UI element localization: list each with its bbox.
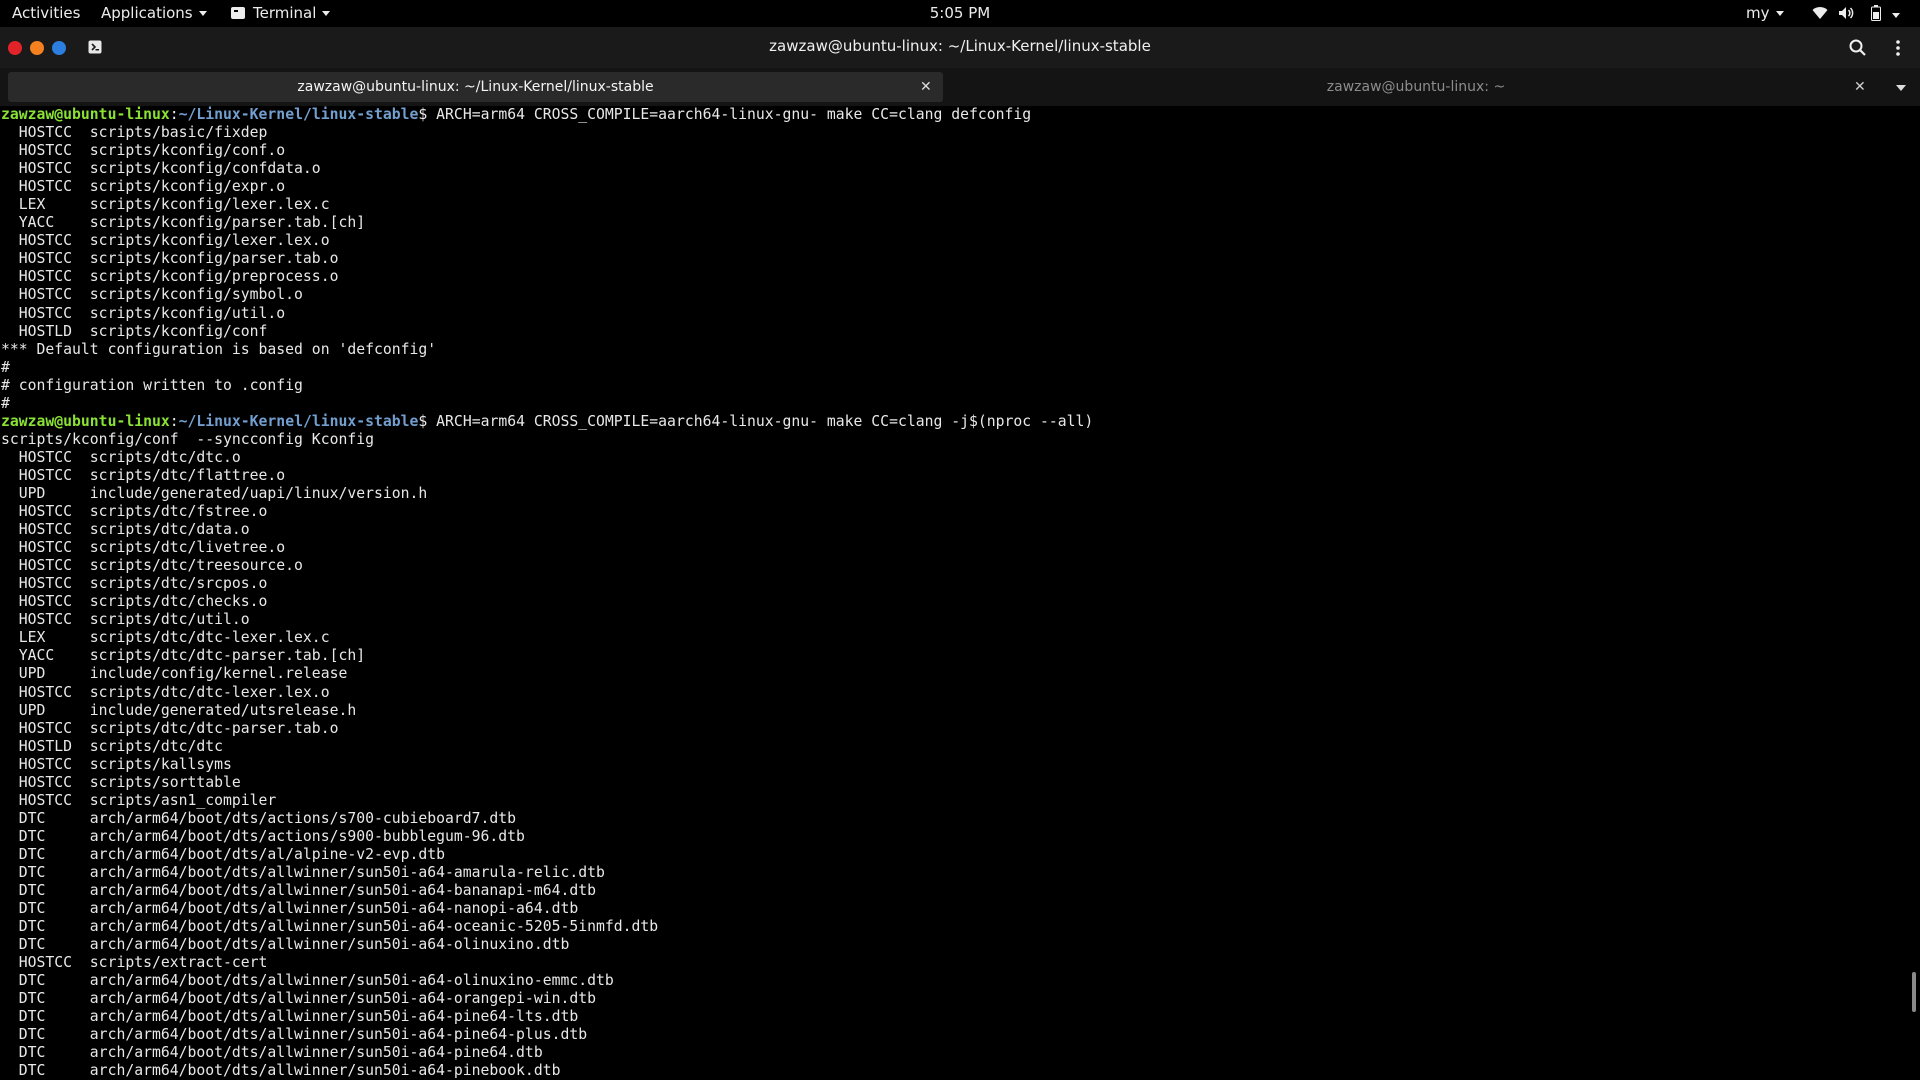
output-line: HOSTCC scripts/kconfig/preprocess.o — [1, 268, 339, 286]
command-text: ARCH=arm64 CROSS_COMPILE=aarch64-linux-g… — [436, 106, 1032, 123]
output-line: HOSTCC scripts/dtc/checks.o — [1, 593, 268, 611]
terminal-view[interactable]: zawzaw@ubuntu-linux:~/Linux-Kernel/linux… — [0, 106, 1908, 1080]
prompt-symbol: $ — [418, 412, 437, 430]
output-line: DTC arch/arm64/boot/dts/allwinner/sun50i… — [1, 882, 596, 900]
output-line: DTC arch/arm64/boot/dts/allwinner/sun50i… — [1, 1008, 579, 1026]
output-line: # configuration written to .config — [1, 376, 303, 394]
tab-bar: zawzaw@ubuntu-linux: ~/Linux-Kernel/linu… — [0, 68, 1920, 106]
output-line: HOSTCC scripts/kconfig/confdata.o — [1, 160, 321, 178]
output-line: HOSTCC scripts/kconfig/conf.o — [1, 142, 286, 160]
output-line: HOSTCC scripts/kconfig/symbol.o — [1, 286, 303, 304]
output-line: DTC arch/arm64/boot/dts/allwinner/sun50i… — [1, 1062, 561, 1080]
clock[interactable]: 5:05 PM — [0, 4, 1920, 22]
output-line: # — [1, 394, 10, 412]
output-line: HOSTCC scripts/kallsyms — [1, 755, 232, 773]
output-line: HOSTCC scripts/dtc/dtc-lexer.lex.o — [1, 683, 330, 701]
output-line: DTC arch/arm64/boot/dts/allwinner/sun50i… — [1, 936, 570, 954]
output-line: HOSTCC scripts/dtc/dtc.o — [1, 448, 241, 466]
output-line: scripts/kconfig/conf --syncconfig Kconfi… — [1, 430, 374, 448]
battery-icon[interactable] — [1871, 5, 1881, 21]
tab-home[interactable]: zawzaw@ubuntu-linux: ~ ✕ — [946, 72, 1886, 102]
search-icon[interactable] — [1848, 38, 1868, 58]
output-line: HOSTCC scripts/sorttable — [1, 773, 241, 791]
output-line: DTC arch/arm64/boot/dts/al/alpine-v2-evp… — [1, 845, 446, 863]
output-line: LEX scripts/kconfig/lexer.lex.c — [1, 196, 330, 214]
close-icon[interactable]: ✕ — [1854, 72, 1866, 102]
output-line: HOSTCC scripts/kconfig/parser.tab.o — [1, 250, 339, 268]
prompt-path: ~/Linux-Kernel/linux-stable — [178, 106, 419, 123]
output-line: UPD include/generated/utsrelease.h — [1, 701, 357, 719]
output-line: DTC arch/arm64/boot/dts/allwinner/sun50i… — [1, 863, 605, 881]
output-line: # — [1, 358, 10, 376]
output-line: DTC arch/arm64/boot/dts/allwinner/sun50i… — [1, 900, 579, 918]
output-line: UPD include/generated/uapi/linux/version… — [1, 484, 428, 502]
scrollbar-thumb[interactable] — [1912, 972, 1916, 1012]
output-line: HOSTCC scripts/dtc/data.o — [1, 521, 250, 539]
output-line: LEX scripts/dtc/dtc-lexer.lex.c — [1, 629, 330, 647]
output-line: DTC arch/arm64/boot/dts/allwinner/sun50i… — [1, 972, 614, 990]
tab-linux-stable[interactable]: zawzaw@ubuntu-linux: ~/Linux-Kernel/linu… — [8, 72, 943, 102]
chevron-down-icon — [1892, 13, 1900, 18]
volume-icon[interactable] — [1838, 6, 1856, 20]
output-line: DTC arch/arm64/boot/dts/allwinner/sun50i… — [1, 1026, 588, 1044]
output-line: HOSTCC scripts/dtc/flattree.o — [1, 466, 286, 484]
output-line: HOSTCC scripts/dtc/dtc-parser.tab.o — [1, 719, 339, 737]
output-line: HOSTCC scripts/extract-cert — [1, 954, 268, 972]
close-icon[interactable]: ✕ — [920, 72, 932, 102]
output-line: HOSTCC scripts/basic/fixdep — [1, 124, 268, 142]
output-line: HOSTCC scripts/kconfig/lexer.lex.o — [1, 232, 330, 250]
output-line: YACC scripts/kconfig/parser.tab.[ch] — [1, 214, 366, 232]
output-line: HOSTCC scripts/asn1_compiler — [1, 791, 277, 809]
output-line: HOSTCC scripts/dtc/fstree.o — [1, 503, 268, 521]
wifi-icon[interactable] — [1812, 6, 1828, 20]
output-line: DTC arch/arm64/boot/dts/actions/s900-bub… — [1, 827, 525, 845]
tab-overflow-icon[interactable] — [1896, 85, 1906, 91]
window-title: zawzaw@ubuntu-linux: ~/Linux-Kernel/linu… — [769, 37, 1151, 55]
tab-label: zawzaw@ubuntu-linux: ~ — [1326, 79, 1506, 95]
output-line: DTC arch/arm64/boot/dts/actions/s700-cub… — [1, 809, 517, 827]
prompt-separator: : — [169, 412, 179, 430]
prompt-path: ~/Linux-Kernel/linux-stable — [178, 412, 419, 430]
chevron-down-icon — [1775, 11, 1784, 16]
command-text: ARCH=arm64 CROSS_COMPILE=aarch64-linux-g… — [436, 412, 1094, 430]
keyboard-layout-label: my — [1746, 4, 1770, 22]
prompt-separator: : — [169, 106, 179, 123]
tab-label: zawzaw@ubuntu-linux: ~/Linux-Kernel/linu… — [297, 79, 654, 95]
output-line: HOSTCC scripts/dtc/util.o — [1, 611, 250, 629]
output-line: HOSTCC scripts/dtc/treesource.o — [1, 557, 303, 575]
prompt-line: zawzaw@ubuntu-linux:~/Linux-Kernel/linux… — [1, 106, 1908, 124]
prompt-line: zawzaw@ubuntu-linux:~/Linux-Kernel/linux… — [1, 413, 1908, 431]
window-titlebar: zawzaw@ubuntu-linux: ~/Linux-Kernel/linu… — [0, 27, 1920, 68]
output-line: DTC arch/arm64/boot/dts/allwinner/sun50i… — [1, 990, 596, 1008]
terminal-output: zawzaw@ubuntu-linux:~/Linux-Kernel/linux… — [0, 106, 1908, 1080]
keyboard-layout-indicator[interactable]: my — [1746, 4, 1784, 22]
output-line: HOSTCC scripts/kconfig/util.o — [1, 304, 286, 322]
output-line: DTC arch/arm64/boot/dts/allwinner/sun50i… — [1, 918, 659, 936]
output-line: UPD include/config/kernel.release — [1, 665, 348, 683]
kebab-menu-icon[interactable] — [1888, 38, 1908, 58]
output-line: YACC scripts/dtc/dtc-parser.tab.[ch] — [1, 647, 366, 665]
prompt-symbol: $ — [418, 106, 437, 123]
output-line: HOSTLD scripts/kconfig/conf — [1, 322, 268, 340]
prompt-user: zawzaw@ubuntu-linux — [1, 412, 170, 430]
scrollbar[interactable] — [1908, 106, 1920, 1080]
prompt-user: zawzaw@ubuntu-linux — [1, 106, 170, 123]
output-line: *** Default configuration is based on 'd… — [1, 340, 437, 358]
output-line: HOSTLD scripts/dtc/dtc — [1, 737, 224, 755]
output-line: HOSTCC scripts/kconfig/expr.o — [1, 178, 286, 196]
output-line: HOSTCC scripts/dtc/livetree.o — [1, 539, 286, 557]
system-menu-button[interactable] — [1892, 6, 1900, 24]
output-line: DTC arch/arm64/boot/dts/allwinner/sun50i… — [1, 1044, 543, 1062]
output-line: HOSTCC scripts/dtc/srcpos.o — [1, 575, 268, 593]
top-bar: Activities Applications Terminal 5:05 PM… — [0, 0, 1920, 27]
